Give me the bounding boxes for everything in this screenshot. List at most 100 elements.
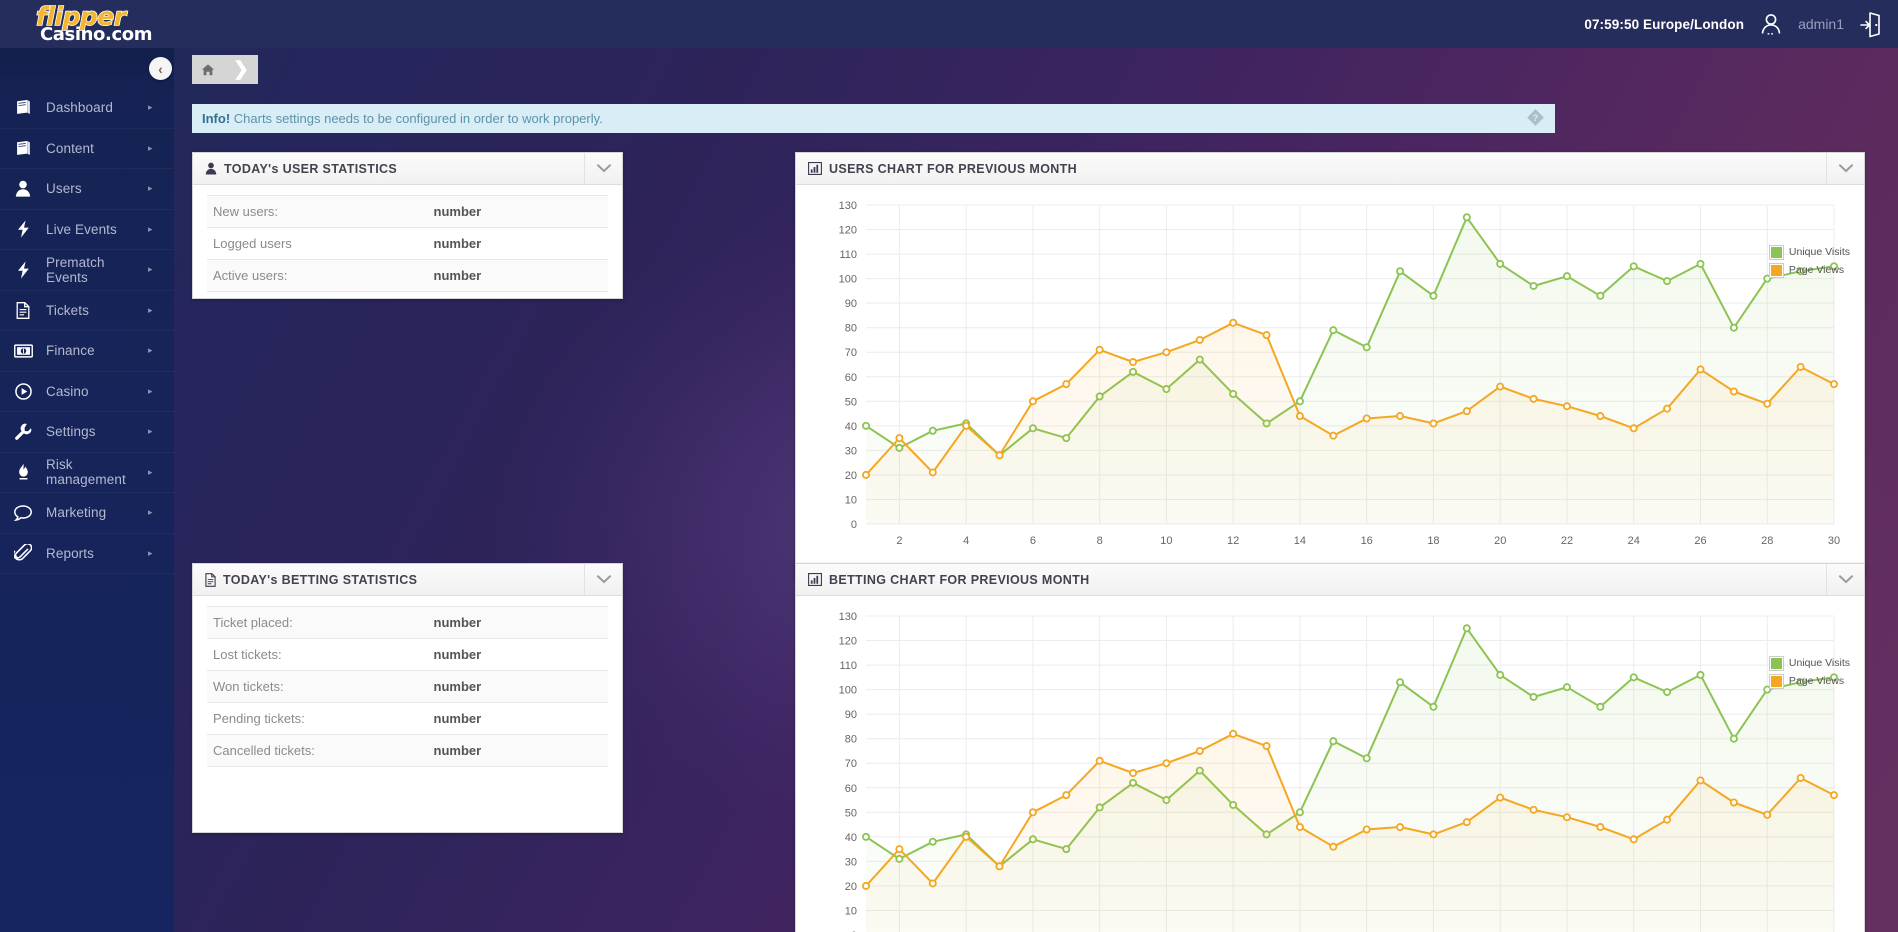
stat-value: number: [428, 196, 608, 228]
legend-item[interactable]: Page Views: [1770, 672, 1850, 690]
x-axis-tick-label: 22: [1561, 535, 1573, 547]
panel-betting-chart-body: 0102030405060708090100110120130246810121…: [796, 596, 1864, 932]
sidebar-collapse-button[interactable]: ‹: [149, 57, 172, 80]
y-axis-tick-label: 70: [845, 758, 857, 770]
data-point-marker: [1564, 273, 1570, 279]
help-diamond-icon[interactable]: ?: [1526, 108, 1545, 130]
data-point-marker: [863, 834, 869, 840]
data-point-marker: [1330, 433, 1336, 439]
sidebar-item-tickets[interactable]: Tickets▸: [0, 291, 174, 332]
data-point-marker: [1097, 347, 1103, 353]
data-point-marker: [1230, 731, 1236, 737]
sidebar-item-dashboard[interactable]: Dashboard▸: [0, 88, 174, 129]
data-point-marker: [1330, 738, 1336, 744]
info-alert-text: Info! Charts settings needs to be config…: [202, 111, 603, 126]
x-axis-tick-label: 24: [1628, 535, 1640, 547]
legend-item[interactable]: Unique Visits: [1770, 243, 1850, 261]
betting-chart-plot[interactable]: 0102030405060708090100110120130246810121…: [806, 602, 1854, 932]
comment-icon: [0, 505, 46, 521]
table-row: Ticket placed:number: [207, 607, 608, 639]
data-point-marker: [1597, 824, 1603, 830]
data-point-marker: [1397, 268, 1403, 274]
sidebar-item-prematch-events[interactable]: Prematch Events▸: [0, 250, 174, 291]
chart-svg: 0102030405060708090100110120130246810121…: [806, 602, 1852, 932]
y-axis-tick-label: 20: [845, 881, 857, 893]
chart-legend: Unique VisitsPage Views: [1770, 654, 1850, 690]
data-point-marker: [963, 834, 969, 840]
panel-betting-chart-header: BETTING CHART FOR PREVIOUS MONTH: [796, 564, 1864, 596]
sidebar-item-label: Reports: [46, 546, 148, 561]
data-point-marker: [1263, 332, 1269, 338]
user-icon: [205, 162, 217, 175]
sidebar-item-content[interactable]: Content▸: [0, 129, 174, 170]
chart-svg: 0102030405060708090100110120130246810121…: [806, 191, 1852, 566]
legend-label: Unique Visits: [1789, 243, 1850, 261]
panel-users-chart: USERS CHART FOR PREVIOUS MONTH 010203040…: [795, 152, 1865, 577]
sidebar-item-risk-management[interactable]: Risk management▸: [0, 453, 174, 494]
data-point-marker: [1197, 337, 1203, 343]
data-point-marker: [1597, 293, 1603, 299]
data-point-marker: [1397, 679, 1403, 685]
data-point-marker: [1664, 406, 1670, 412]
data-point-marker: [1597, 413, 1603, 419]
sidebar-item-settings[interactable]: Settings▸: [0, 412, 174, 453]
svg-text:?: ?: [1533, 112, 1539, 122]
users-chart-plot[interactable]: 0102030405060708090100110120130246810121…: [806, 191, 1854, 566]
book-icon: [0, 140, 46, 157]
panel-user-statistics: TODAY's USER STATISTICS New users:number…: [192, 152, 623, 299]
data-point-marker: [863, 423, 869, 429]
data-point-marker: [1397, 413, 1403, 419]
sidebar-item-marketing[interactable]: Marketing▸: [0, 493, 174, 534]
stat-label: Active users:: [207, 260, 428, 292]
top-bar-right: 07:59:50 Europe/London admin1: [1584, 0, 1882, 48]
panel-user-statistics-collapse-chevron-down-icon[interactable]: [584, 153, 622, 184]
panel-betting-statistics-collapse-chevron-down-icon[interactable]: [584, 564, 622, 595]
user-avatar-icon[interactable]: [1758, 11, 1784, 37]
y-axis-tick-label: 110: [839, 660, 857, 672]
y-axis-tick-label: 30: [845, 856, 857, 868]
stat-label: Logged users: [207, 228, 428, 260]
data-point-marker: [930, 469, 936, 475]
stat-label: Pending tickets:: [207, 703, 428, 735]
panel-betting-chart: BETTING CHART FOR PREVIOUS MONTH 0102030…: [795, 563, 1865, 932]
table-row: Cancelled tickets:number: [207, 735, 608, 767]
sidebar-item-label: Settings: [46, 424, 148, 439]
y-axis-tick-label: 30: [845, 445, 857, 457]
sidebar-item-finance[interactable]: Finance▸: [0, 331, 174, 372]
panel-users-chart-collapse-chevron-down-icon[interactable]: [1826, 153, 1864, 184]
x-axis-tick-label: 30: [1828, 535, 1840, 547]
stat-label: Cancelled tickets:: [207, 735, 428, 767]
data-point-marker: [863, 883, 869, 889]
sidebar-item-reports[interactable]: Reports▸: [0, 534, 174, 575]
panel-users-chart-title: USERS CHART FOR PREVIOUS MONTH: [829, 162, 1077, 176]
user-statistics-table: New users:numberLogged usersnumberActive…: [207, 195, 608, 292]
x-axis-tick-label: 2: [896, 535, 902, 547]
data-point-marker: [1197, 748, 1203, 754]
sidebar-item-users[interactable]: Users▸: [0, 169, 174, 210]
data-point-marker: [1731, 736, 1737, 742]
legend-item[interactable]: Page Views: [1770, 261, 1850, 279]
panel-users-chart-header: USERS CHART FOR PREVIOUS MONTH: [796, 153, 1864, 185]
x-axis-tick-label: 20: [1494, 535, 1506, 547]
x-axis-tick-label: 12: [1227, 535, 1239, 547]
sidebar-item-label: Live Events: [46, 222, 148, 237]
brand-logo[interactable]: flipper Casino.com: [36, 4, 196, 46]
legend-item[interactable]: Unique Visits: [1770, 654, 1850, 672]
sidebar-menu: Dashboard▸Content▸Users▸Live Events▸Prem…: [0, 88, 174, 574]
data-point-marker: [1430, 293, 1436, 299]
sidebar-item-label: Risk management: [46, 457, 148, 487]
stat-value: number: [428, 671, 608, 703]
data-point-marker: [1631, 836, 1637, 842]
stat-label: Won tickets:: [207, 671, 428, 703]
sidebar-item-casino[interactable]: Casino▸: [0, 372, 174, 413]
panel-betting-chart-collapse-chevron-down-icon[interactable]: [1826, 564, 1864, 595]
breadcrumb-home-icon[interactable]: [192, 55, 224, 84]
data-point-marker: [1764, 401, 1770, 407]
file-icon: [0, 302, 46, 319]
y-axis-tick-label: 130: [839, 611, 857, 623]
data-point-marker: [1464, 214, 1470, 220]
data-point-marker: [1397, 824, 1403, 830]
sidebar-item-live-events[interactable]: Live Events▸: [0, 210, 174, 251]
data-point-marker: [1731, 799, 1737, 805]
logout-door-icon[interactable]: [1858, 10, 1882, 38]
